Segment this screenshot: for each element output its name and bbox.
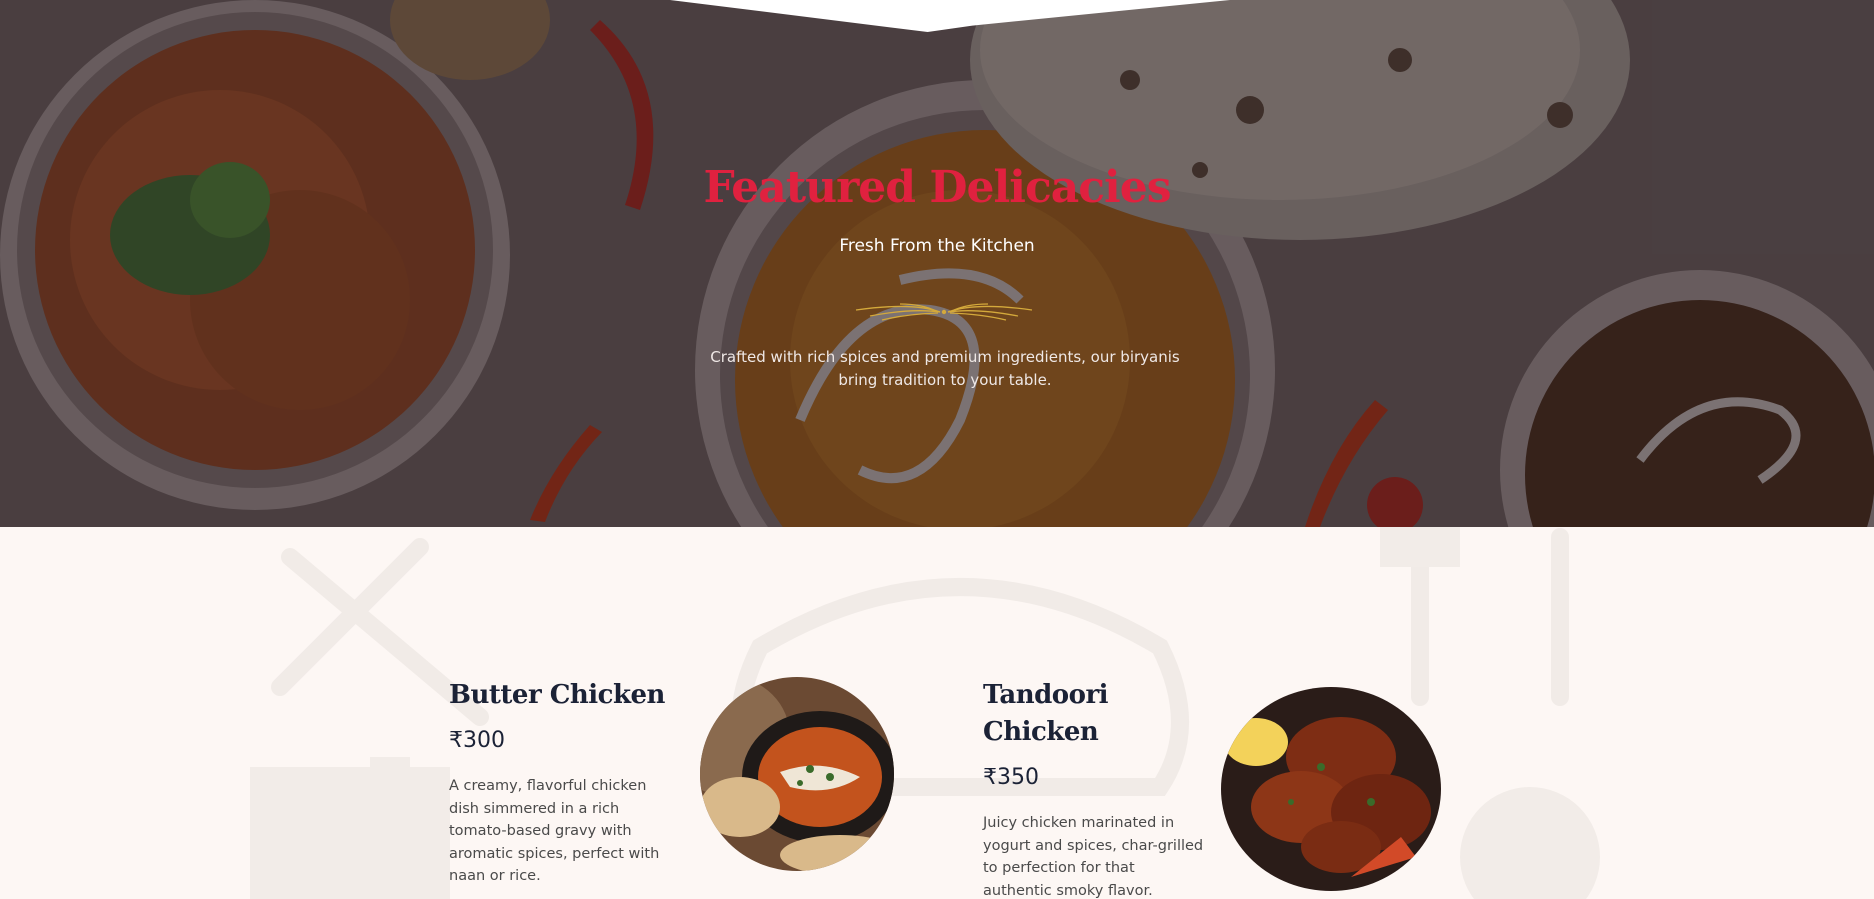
hero-banner: Featured Delicacies Fresh From the Kitch… xyxy=(0,0,1874,527)
section-title: Featured Delicacies xyxy=(703,162,1171,213)
dish-price: ₹300 xyxy=(449,728,505,753)
butter-chicken-photo xyxy=(700,677,894,871)
section-description: Crafted with rich spices and premium ing… xyxy=(710,348,1180,389)
tandoori-chicken-photo xyxy=(1221,687,1441,891)
dish-price: ₹350 xyxy=(983,765,1039,790)
featured-menu-section: Butter Chicken ₹300 A creamy, flavorful … xyxy=(0,527,1874,899)
hero-dark-overlay xyxy=(0,0,1874,527)
dish-name: Tandoori Chicken xyxy=(983,680,1109,747)
dish-name: Butter Chicken xyxy=(449,680,665,710)
ornamental-flourish-icon xyxy=(855,303,1033,321)
section-subtitle: Fresh From the Kitchen xyxy=(839,236,1035,256)
menu-item-butter-chicken[interactable]: Butter Chicken ₹300 A creamy, flavorful … xyxy=(449,677,669,888)
menu-item-tandoori-chicken[interactable]: Tandoori Chicken ₹350 Juicy chicken mari… xyxy=(983,677,1205,899)
dish-description: A creamy, flavorful chicken dish simmere… xyxy=(449,778,660,884)
dish-description: Juicy chicken marinated in yogurt and sp… xyxy=(983,815,1204,899)
kitchen-watermark-pattern xyxy=(250,527,1600,899)
